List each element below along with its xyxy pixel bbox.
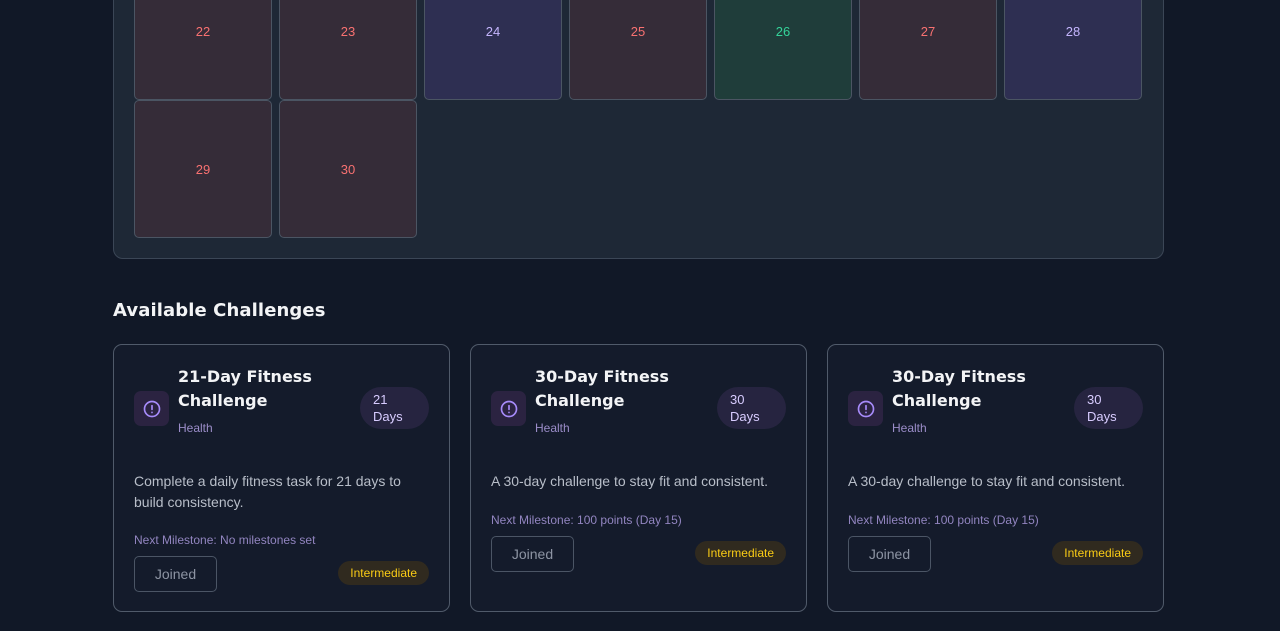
calendar-day[interactable]: 22 xyxy=(134,0,272,100)
duration-badge: 30 Days xyxy=(1074,387,1143,429)
challenge-description: A 30-day challenge to stay fit and consi… xyxy=(491,473,769,489)
calendar-day[interactable]: 25 xyxy=(569,0,707,100)
challenge-category: Health xyxy=(892,421,927,435)
challenge-title: 30-Day Fitness Challenge xyxy=(892,367,1026,410)
level-badge: Intermediate xyxy=(1052,541,1143,565)
next-milestone: Next Milestone: 100 points (Day 15) xyxy=(491,513,682,527)
joined-button[interactable]: Joined xyxy=(848,536,931,572)
calendar-day[interactable]: 27 xyxy=(859,0,997,100)
calendar-panel: 22 23 24 25 26 27 28 29 30 xyxy=(113,0,1164,259)
alert-circle-icon xyxy=(848,391,883,426)
challenge-title: 30-Day Fitness Challenge xyxy=(535,367,669,410)
challenge-description: A 30-day challenge to stay fit and consi… xyxy=(848,473,1126,489)
calendar-day[interactable]: 26 xyxy=(714,0,852,100)
challenge-card: 21-Day Fitness Challenge Health 21 Days … xyxy=(113,344,450,612)
calendar-day[interactable]: 23 xyxy=(279,0,417,100)
challenge-card: 30-Day Fitness Challenge Health 30 Days … xyxy=(827,344,1164,612)
alert-circle-icon xyxy=(134,391,169,426)
duration-badge: 30 Days xyxy=(717,387,786,429)
alert-circle-icon xyxy=(491,391,526,426)
joined-button[interactable]: Joined xyxy=(134,556,217,592)
calendar-day[interactable]: 24 xyxy=(424,0,562,100)
challenge-category: Health xyxy=(535,421,570,435)
next-milestone: Next Milestone: 100 points (Day 15) xyxy=(848,513,1039,527)
joined-button[interactable]: Joined xyxy=(491,536,574,572)
calendar-day[interactable]: 28 xyxy=(1004,0,1142,100)
challenge-title: 21-Day Fitness Challenge xyxy=(178,367,312,410)
section-title: Available Challenges xyxy=(113,300,326,321)
challenge-category: Health xyxy=(178,421,213,435)
challenge-card: 30-Day Fitness Challenge Health 30 Days … xyxy=(470,344,807,612)
duration-badge: 21 Days xyxy=(360,387,429,429)
challenge-description: Complete a daily fitness task for 21 day… xyxy=(134,473,401,510)
calendar-day[interactable]: 29 xyxy=(134,100,272,238)
level-badge: Intermediate xyxy=(695,541,786,565)
level-badge: Intermediate xyxy=(338,561,429,585)
next-milestone: Next Milestone: No milestones set xyxy=(134,533,316,547)
calendar-day[interactable]: 30 xyxy=(279,100,417,238)
